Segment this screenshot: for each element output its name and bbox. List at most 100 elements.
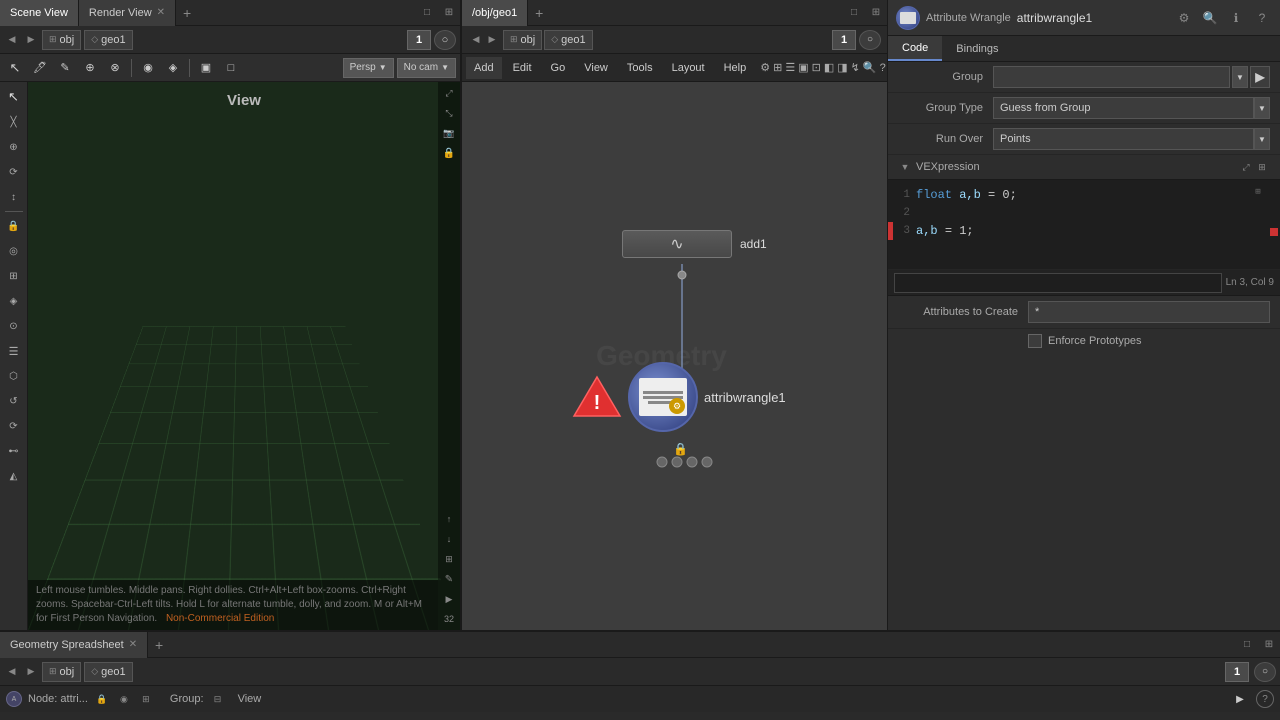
add-node-tab[interactable]: + (528, 2, 550, 24)
ne-icon-10[interactable]: ? (880, 57, 886, 79)
bottom-nav-fwd[interactable]: ▶ (23, 663, 39, 681)
edit-menu[interactable]: Edit (505, 57, 540, 79)
ne-icon-4[interactable]: ▣ (798, 57, 808, 79)
view-menu[interactable]: View (576, 57, 616, 79)
aw-header-icon1[interactable]: ⚙ (1174, 8, 1194, 28)
tool-4[interactable]: ↕ (3, 186, 25, 208)
paint-tool[interactable]: 🖊 (29, 57, 51, 79)
vp-strip-5[interactable]: ↓ (440, 530, 458, 548)
tool-15[interactable]: ◭ (3, 465, 25, 487)
render-tool[interactable]: ▣ (195, 57, 217, 79)
add1-node[interactable]: ∿ add1 (622, 230, 767, 258)
enforce-checkbox[interactable] (1028, 334, 1042, 348)
aw-header-help[interactable]: ? (1252, 8, 1272, 28)
group-dropdown-btn[interactable]: ▼ (1232, 66, 1248, 88)
tool-12[interactable]: ↺ (3, 390, 25, 412)
tool-1[interactable]: ╳ (3, 111, 25, 133)
run-over-dropdown[interactable]: Points (993, 128, 1254, 150)
camera-tool[interactable]: ◉ (137, 57, 159, 79)
bottom-tab-close[interactable]: ✕ (129, 639, 137, 650)
transform-tool[interactable]: ⊕ (79, 57, 101, 79)
light-tool[interactable]: ◈ (162, 57, 184, 79)
help-menu[interactable]: Help (716, 57, 755, 79)
vp-strip-2[interactable]: ⤡ (440, 104, 458, 122)
ne-path-obj[interactable]: ⊞ obj (503, 30, 542, 50)
vexpression-collapse[interactable]: ▼ (898, 160, 912, 174)
add-menu[interactable]: Add (466, 57, 502, 79)
display-tool[interactable]: □ (220, 57, 242, 79)
bottom-play[interactable]: ▶ (1230, 689, 1250, 709)
maximize-button[interactable]: □ (416, 2, 438, 24)
tool-2[interactable]: ⊕ (3, 136, 25, 158)
viewport[interactable]: ↖ ╳ ⊕ ⟳ ↕ 🔒 ◎ ⊞ ◈ ⊙ ☰ ⬡ ↺ ⟳ ⊷ ◭ (0, 82, 460, 630)
path-geo1[interactable]: ◇ geo1 (84, 30, 132, 50)
group-type-arrow[interactable]: ▼ (1254, 97, 1270, 119)
bottom-maximize[interactable]: □ (1236, 634, 1258, 656)
vp-strip-8[interactable]: ▶ (440, 590, 458, 608)
group-filter-icon[interactable]: ⊟ (210, 691, 226, 707)
bottom-help[interactable]: ? (1256, 690, 1274, 708)
bottom-path-geo1[interactable]: ◇ geo1 (84, 662, 132, 682)
bottom-step[interactable]: ○ (1254, 662, 1276, 682)
go-menu[interactable]: Go (543, 57, 574, 79)
render-view-tab-close[interactable]: ✕ (157, 7, 165, 18)
vp-strip-7[interactable]: ✎ (440, 570, 458, 588)
path-obj[interactable]: ⊞ obj (42, 30, 81, 50)
ne-icon-6[interactable]: ◧ (824, 57, 834, 79)
node-info-icon3[interactable]: ⊞ (138, 691, 154, 707)
group-arrow-btn[interactable]: ▶ (1250, 66, 1270, 88)
aw-header-info[interactable]: ℹ (1226, 8, 1246, 28)
code-tab[interactable]: Code (888, 36, 942, 61)
persp-dropdown[interactable]: Persp ▼ (343, 58, 394, 78)
node-info-icon1[interactable]: 🔒 (94, 691, 110, 707)
tools-menu[interactable]: Tools (619, 57, 661, 79)
nav-forward[interactable]: ▶ (23, 31, 39, 49)
ne-icon-5[interactable]: ⊡ (812, 57, 821, 79)
ne-icon-8[interactable]: ↯ (851, 57, 860, 79)
vex-collapse-btn[interactable]: ⊞ (1254, 159, 1270, 175)
add-bottom-tab[interactable]: + (148, 634, 170, 656)
run-over-arrow[interactable]: ▼ (1254, 128, 1270, 150)
nocam-dropdown[interactable]: No cam ▼ (397, 58, 456, 78)
ne-layout[interactable]: ⊞ (865, 2, 887, 24)
ne-path-geo1[interactable]: ◇ geo1 (544, 30, 592, 50)
node-editor-tab[interactable]: /obj/geo1 (462, 0, 528, 26)
tool-11[interactable]: ⬡ (3, 365, 25, 387)
scene-view-tab[interactable]: Scene View (0, 0, 79, 26)
pose-tool[interactable]: ⊗ (104, 57, 126, 79)
ne-step[interactable]: ○ (859, 30, 881, 50)
attr-create-input[interactable] (1028, 301, 1270, 323)
bottom-path-obj[interactable]: ⊞ obj (42, 662, 81, 682)
code-search-input[interactable] (894, 273, 1222, 293)
attribwrangle1-node[interactable]: ! ⚙ attribwrangle1 (572, 362, 786, 432)
tool-14[interactable]: ⊷ (3, 440, 25, 462)
vp-lock-icon[interactable]: 🔒 (440, 144, 458, 162)
vp-strip-6[interactable]: ⊞ (440, 550, 458, 568)
render-view-tab[interactable]: Render View ✕ (79, 0, 176, 26)
layout-button[interactable]: ⊞ (438, 2, 460, 24)
vp-strip-9[interactable]: 32 (440, 610, 458, 628)
select-tool[interactable]: ↖ (4, 57, 26, 79)
node-info-icon2[interactable]: ◉ (116, 691, 132, 707)
vp-strip-3[interactable]: 📷 (440, 124, 458, 142)
tool-5[interactable]: 🔒 (3, 215, 25, 237)
select-btn[interactable]: ↖ (3, 86, 25, 108)
ne-icon-2[interactable]: ⊞ (773, 57, 782, 79)
bottom-nav-back[interactable]: ◀ (4, 663, 20, 681)
code-grid-icon[interactable]: ⊞ (1250, 184, 1266, 200)
ne-icon-7[interactable]: ◨ (837, 57, 847, 79)
node-canvas[interactable]: Geometry (462, 82, 887, 630)
ne-nav-fwd[interactable]: ▶ (484, 31, 500, 49)
ne-nav-back[interactable]: ◀ (468, 31, 484, 49)
vp-strip-4[interactable]: ↑ (440, 510, 458, 528)
step-button[interactable]: ○ (434, 30, 456, 50)
tool-6[interactable]: ◎ (3, 240, 25, 262)
vex-expand-btn[interactable]: ⤢ (1238, 159, 1254, 175)
add-tab-button[interactable]: + (176, 2, 198, 24)
add1-node-box[interactable]: ∿ (622, 230, 732, 258)
aw-header-search[interactable]: 🔍 (1200, 8, 1220, 28)
layout-menu[interactable]: Layout (664, 57, 713, 79)
group-type-dropdown[interactable]: Guess from Group (993, 97, 1254, 119)
tool-10[interactable]: ☰ (3, 340, 25, 362)
geometry-spreadsheet-tab[interactable]: Geometry Spreadsheet ✕ (0, 632, 148, 658)
